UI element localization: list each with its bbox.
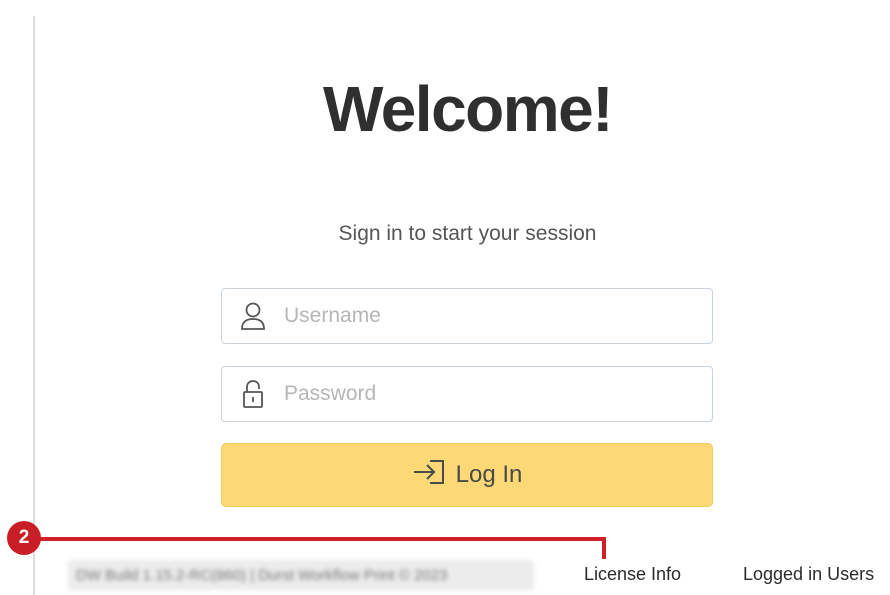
password-field-container: [221, 366, 713, 422]
lock-icon: [222, 367, 284, 421]
build-info-text: DW Build 1.15.2-RC(860) | Durst Workflow…: [68, 560, 534, 590]
username-field-container: [221, 288, 713, 344]
annotation-badge: 2: [7, 521, 41, 555]
welcome-title: Welcome!: [322, 73, 614, 145]
sign-in-icon: [412, 458, 446, 493]
username-input[interactable]: [284, 289, 712, 343]
annotation-pointer: [602, 537, 606, 559]
sign-in-subtitle: Sign in to start your session: [338, 222, 597, 245]
user-icon: [222, 289, 284, 343]
annotation-line: [40, 537, 606, 541]
login-label: Log In: [455, 461, 523, 488]
logged-in-users-link[interactable]: Logged in Users: [743, 564, 874, 585]
login-button[interactable]: Log In: [221, 443, 713, 507]
password-input[interactable]: [284, 367, 712, 421]
license-info-link[interactable]: License Info: [584, 564, 681, 585]
